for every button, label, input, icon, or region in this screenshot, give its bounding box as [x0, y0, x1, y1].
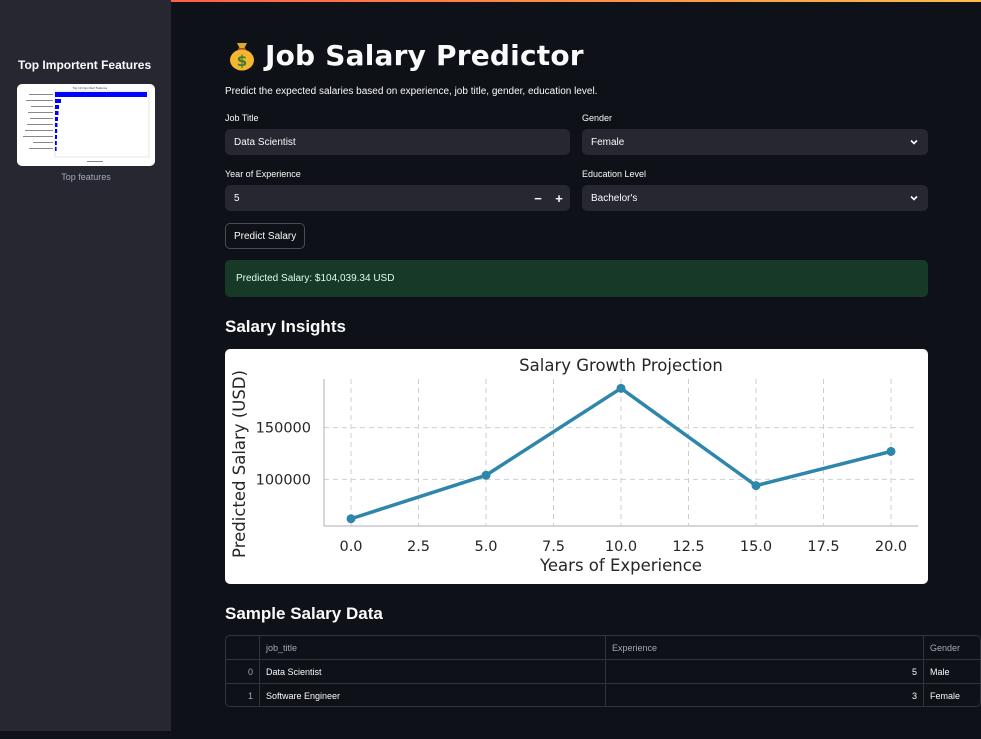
data-point: [481, 470, 491, 480]
feature-importance-thumbnail: Top 10 Important Features: [23, 86, 150, 162]
experience-stepper[interactable]: 5 − +: [225, 185, 570, 211]
x-tick-label: 0.0: [339, 539, 362, 555]
y-tick-label: 100000: [256, 472, 311, 488]
gender-label: Gender: [582, 113, 613, 123]
chart-title: Salary Growth Projection: [519, 356, 723, 375]
cell-gender[interactable]: Female: [924, 684, 980, 706]
title-row: $ Job Salary Predictor: [225, 38, 584, 72]
education-value: Bachelor's: [591, 192, 638, 204]
x-tick-label: 5.0: [474, 539, 497, 555]
sample-data-table[interactable]: job_title Experience Gender 0 Data Scien…: [225, 635, 981, 707]
sidebar-title: Top Importent Features: [18, 58, 152, 72]
svg-text:$: $: [237, 52, 247, 70]
data-point: [346, 514, 356, 524]
header-index: [226, 636, 260, 660]
gender-value: Female: [591, 136, 625, 148]
table-row: 1 Software Engineer 3 Female: [226, 684, 980, 706]
job-title-value: Data Scientist: [234, 136, 296, 148]
cell-job-title[interactable]: Software Engineer: [260, 684, 606, 706]
table-row: 0 Data Scientist 5 Male: [226, 660, 980, 684]
experience-value: 5: [234, 192, 240, 204]
cell-experience[interactable]: 3: [606, 684, 924, 706]
chevron-down-icon: [910, 139, 918, 145]
experience-label: Year of Experience: [225, 169, 301, 179]
decrement-button[interactable]: −: [527, 185, 549, 211]
cell-job-title[interactable]: Data Scientist: [260, 660, 606, 684]
chart-x-axis-label: Years of Experience: [539, 556, 702, 575]
row-index: 0: [226, 660, 260, 684]
salary-chart: Salary Growth Projection Years of Experi…: [225, 349, 928, 584]
increment-button[interactable]: +: [548, 185, 570, 211]
salary-chart-svg: Salary Growth Projection Years of Experi…: [230, 356, 918, 575]
salary-insights-heading: Salary Insights: [225, 317, 346, 336]
x-tick-label: 15.0: [740, 539, 772, 555]
header-gender[interactable]: Gender: [924, 636, 980, 660]
header-job-title[interactable]: job_title: [260, 636, 606, 660]
feature-importance-image[interactable]: Top 10 Important Features: [17, 84, 155, 166]
job-title-label: Job Title: [225, 113, 259, 123]
chevron-down-icon: [910, 195, 918, 201]
page-subtitle: Predict the expected salaries based on e…: [225, 86, 598, 97]
data-point: [886, 446, 896, 456]
sample-data-heading: Sample Salary Data: [225, 604, 383, 623]
table-header-row: job_title Experience Gender: [226, 636, 980, 660]
x-tick-label: 10.0: [605, 539, 637, 555]
x-tick-label: 7.5: [542, 539, 565, 555]
job-title-input[interactable]: Data Scientist: [225, 129, 570, 155]
cell-experience[interactable]: 5: [606, 660, 924, 684]
x-tick-label: 20.0: [875, 539, 907, 555]
image-caption: Top features: [61, 172, 111, 182]
row-index: 1: [226, 684, 260, 706]
chart-y-axis-label: Predicted Salary (USD): [230, 370, 249, 558]
education-select[interactable]: Bachelor's: [582, 185, 928, 211]
gender-select[interactable]: Female: [582, 129, 928, 155]
prediction-text: Predicted Salary: $104,039.34 USD: [236, 273, 395, 284]
x-tick-label: 2.5: [407, 539, 430, 555]
data-point: [751, 481, 761, 491]
prediction-result: Predicted Salary: $104,039.34 USD: [225, 260, 928, 297]
header-experience[interactable]: Experience: [606, 636, 924, 660]
page-title: Job Salary Predictor: [265, 38, 584, 72]
data-point: [616, 383, 626, 393]
sidebar: Top Importent Features Top 10 Important …: [0, 0, 171, 731]
x-tick-label: 17.5: [807, 539, 839, 555]
money-bag-icon: $: [230, 43, 254, 71]
thumbnail-title: Top 10 Important Features: [73, 86, 108, 90]
x-tick-label: 12.5: [672, 539, 704, 555]
cell-gender[interactable]: Male: [924, 660, 980, 684]
education-label: Education Level: [582, 169, 647, 179]
y-tick-label: 150000: [256, 421, 311, 437]
predict-salary-button[interactable]: Predict Salary: [225, 223, 306, 249]
